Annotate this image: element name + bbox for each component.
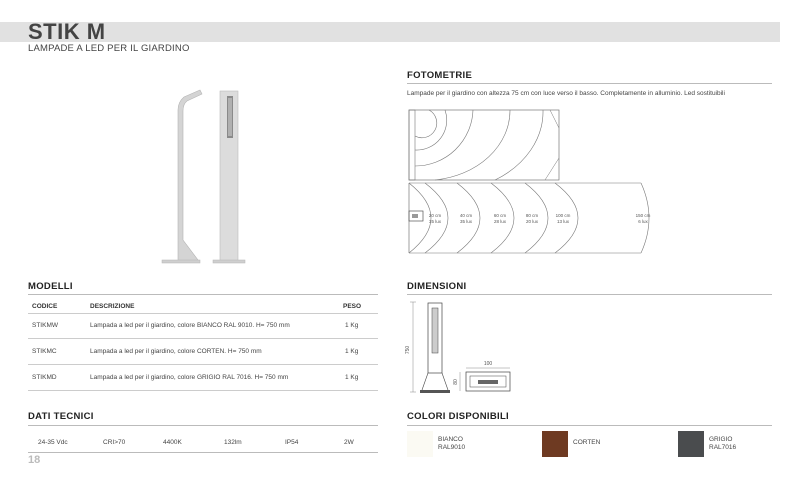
colors-rule xyxy=(407,425,772,426)
ring-lux-20: 35 lux xyxy=(429,219,442,224)
photometry-description: Lampade per il giardino con altezza 75 c… xyxy=(407,90,725,97)
page-subtitle: LAMPADE A LED PER IL GIARDINO xyxy=(28,43,190,54)
dimension-depth: 80 xyxy=(453,379,459,385)
dimension-height: 750 xyxy=(405,346,411,355)
table-divider xyxy=(28,313,378,314)
color-code: RAL7016 xyxy=(709,444,737,451)
column-description: DESCRIZIONE xyxy=(90,303,135,310)
models-heading: MODELLI xyxy=(28,281,73,292)
row-code: STIKMC xyxy=(32,348,57,355)
swatch-corten xyxy=(542,431,568,457)
dimension-width: 100 xyxy=(484,361,493,367)
ring-distance-20: 20 cm xyxy=(429,213,442,218)
models-rule xyxy=(28,294,378,295)
photometry-side-diagram xyxy=(408,109,560,181)
row-code: STIKMD xyxy=(32,374,57,381)
dimensions-rule xyxy=(407,294,772,295)
swatch-grigio xyxy=(678,431,704,457)
ring-lux-80: 20 lux xyxy=(526,219,539,224)
row-description: Lampada a led per il giardino, colore CO… xyxy=(90,348,262,355)
row-code: STIKMW xyxy=(32,322,58,329)
row-description: Lampada a led per il giardino, colore BI… xyxy=(90,322,290,329)
ring-distance-60: 60 cm xyxy=(494,213,507,218)
color-name: GRIGIO xyxy=(709,436,733,443)
dimensions-heading: DIMENSIONI xyxy=(407,281,467,292)
color-name: BIANCO xyxy=(438,436,463,443)
ring-lux-100: 13 lux xyxy=(557,219,570,224)
spec-color-temperature: 4400K xyxy=(163,439,182,446)
tech-heading: DATI TECNICI xyxy=(28,411,94,422)
color-code: RAL9010 xyxy=(438,444,466,451)
column-code: CODICE xyxy=(32,303,58,310)
ring-distance-80: 80 cm xyxy=(526,213,539,218)
swatch-label: GRIGIO RAL7016 xyxy=(709,436,736,452)
table-divider xyxy=(28,338,378,339)
table-divider xyxy=(28,390,378,391)
swatch-label: BIANCO RAL9010 xyxy=(438,436,465,452)
ring-lux-150: 6 lux xyxy=(638,219,648,224)
row-description: Lampada a led per il giardino, colore GR… xyxy=(90,374,289,381)
ring-distance-100: 100 cm xyxy=(556,213,571,218)
colors-heading: COLORI DISPONIBILI xyxy=(407,411,509,422)
page-number: 18 xyxy=(28,454,41,466)
table-divider xyxy=(28,364,378,365)
spec-power: 2W xyxy=(344,439,354,446)
ring-lux-40: 35 lux xyxy=(460,219,473,224)
photometry-rule xyxy=(407,83,772,84)
tech-bottom-rule xyxy=(28,452,378,453)
ring-distance-150: 150 cm xyxy=(636,213,651,218)
spec-luminous-flux: 132lm xyxy=(224,439,242,446)
swatch-bianco xyxy=(407,431,433,457)
row-weight: 1 Kg xyxy=(345,348,359,355)
color-name: CORTEN xyxy=(573,439,601,446)
tech-rule xyxy=(28,425,378,426)
product-image xyxy=(161,89,246,264)
header-band xyxy=(0,22,780,42)
spec-ip-rating: IP54 xyxy=(285,439,299,446)
photometry-heading: FOTOMETRIE xyxy=(407,70,473,81)
photometry-top-diagram: 20 cm 35 lux 40 cm 35 lux 60 cm 28 lux 8… xyxy=(408,182,651,254)
page-title: STIK M xyxy=(28,19,106,44)
row-weight: 1 Kg xyxy=(345,374,359,381)
spec-cri: CRI>70 xyxy=(103,439,126,446)
column-weight: PESO xyxy=(343,303,362,310)
ring-distance-40: 40 cm xyxy=(460,213,473,218)
row-weight: 1 Kg xyxy=(345,322,359,329)
dimensions-drawing: 750 100 80 xyxy=(405,301,511,393)
ring-lux-60: 28 lux xyxy=(494,219,507,224)
spec-voltage: 24-35 Vdc xyxy=(38,439,68,446)
